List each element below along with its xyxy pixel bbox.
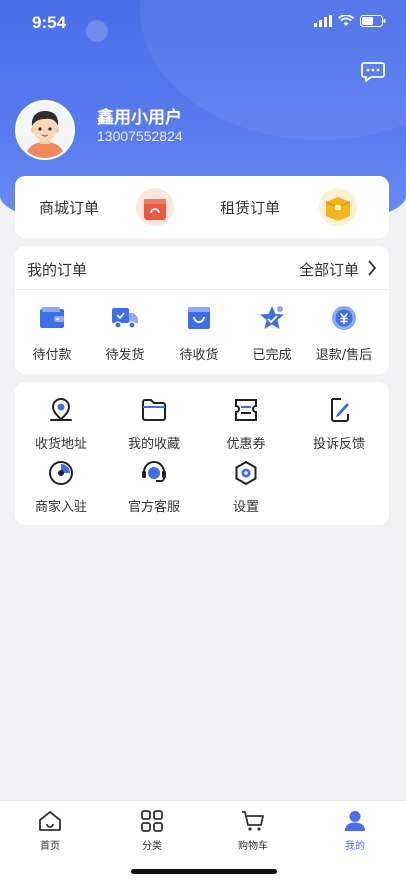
coupon-icon: [235, 399, 257, 421]
chevron-right-icon: [368, 260, 377, 276]
lease-order-label: 租赁订单: [220, 198, 281, 217]
tab-mine[interactable]: 我的: [325, 809, 385, 852]
truck-icon: [112, 308, 138, 329]
service-merchant-join[interactable]: 商家入驻: [15, 459, 107, 515]
service-settings[interactable]: 设置: [200, 459, 292, 515]
order-status-pending-payment[interactable]: 待付款: [15, 304, 89, 363]
user-avatar-illustration: [17, 102, 73, 158]
shopping-bag-icon: [188, 307, 210, 329]
tab-cart[interactable]: 购物车: [223, 809, 283, 852]
service-feedback[interactable]: 投诉反馈: [293, 396, 385, 452]
location-icon: [50, 397, 72, 421]
service-label: 商家入驻: [34, 500, 87, 515]
mall-order-button[interactable]: 商城订单: [39, 176, 175, 238]
home-icon: [39, 811, 61, 831]
folder-icon: [142, 399, 166, 421]
order-status-label: 待发货: [105, 348, 145, 363]
service-label: 投诉反馈: [312, 437, 365, 452]
order-status-label: 待付款: [32, 348, 72, 363]
service-label: 官方客服: [127, 500, 180, 515]
my-orders-title: 我的订单: [27, 261, 88, 279]
order-status-label: 退款/售后: [315, 348, 373, 363]
refund-icon: [332, 306, 356, 330]
tab-label: 首页: [40, 841, 60, 852]
service-label: 优惠券: [226, 437, 266, 452]
my-orders-card: 我的订单 全部订单 待付款 待发货 待收货 已完成 退款/售后: [15, 246, 389, 374]
wallet-icon: [40, 307, 64, 328]
order-status-refund[interactable]: 退款/售后: [306, 304, 382, 363]
service-label: 收货地址: [34, 437, 87, 452]
mall-order-icon: [136, 188, 175, 226]
status-bar: 9:54: [0, 0, 406, 46]
tab-category[interactable]: 分类: [122, 809, 182, 852]
wifi-icon: [338, 15, 354, 26]
cart-icon: [242, 811, 264, 831]
customer-service-icon: [142, 461, 166, 482]
tab-label: 购物车: [238, 841, 268, 852]
tab-home[interactable]: 首页: [20, 809, 80, 852]
service-favorites[interactable]: 我的收藏: [108, 396, 200, 452]
home-indicator[interactable]: [131, 869, 277, 874]
username: 鑫用小用户: [97, 108, 182, 128]
my-orders-header[interactable]: 我的订单 全部订单: [15, 246, 389, 290]
service-coupons[interactable]: 优惠券: [200, 396, 292, 452]
order-status-pending-receipt[interactable]: 待收货: [162, 304, 236, 363]
cellular-signal-icon: [314, 15, 332, 27]
star-check-icon: [260, 306, 284, 329]
merchant-icon: [49, 461, 73, 485]
services-card: 收货地址 我的收藏 优惠券 投诉反馈 商家入驻 官方客服 设置: [15, 382, 389, 525]
service-customer-support[interactable]: 官方客服: [108, 459, 200, 515]
order-status-label: 待收货: [179, 348, 219, 363]
category-icon: [141, 810, 163, 832]
order-type-card: 商城订单 租赁订单: [15, 176, 389, 238]
profile-icon: [345, 811, 365, 831]
order-status-pending-shipment[interactable]: 待发货: [88, 304, 162, 363]
tab-label: 我的: [345, 841, 365, 852]
all-orders-link[interactable]: 全部订单: [299, 259, 359, 280]
order-status-label: 已完成: [252, 348, 292, 363]
order-status-completed[interactable]: 已完成: [235, 304, 309, 363]
lease-order-icon: [319, 188, 358, 226]
service-label: 我的收藏: [127, 437, 180, 452]
chat-bubble-icon: [361, 62, 385, 83]
lease-order-button[interactable]: 租赁订单: [220, 176, 358, 238]
feedback-icon: [331, 398, 349, 422]
service-shipping-address[interactable]: 收货地址: [15, 396, 107, 452]
avatar[interactable]: [15, 100, 75, 160]
tab-label: 分类: [142, 841, 162, 852]
mall-order-label: 商城订单: [39, 198, 100, 217]
message-button[interactable]: [361, 62, 385, 83]
settings-icon: [235, 460, 257, 486]
battery-icon: [360, 15, 386, 27]
status-time: 9:54: [32, 13, 67, 32]
phone-number: 13007552824: [97, 128, 183, 144]
service-label: 设置: [232, 500, 259, 515]
